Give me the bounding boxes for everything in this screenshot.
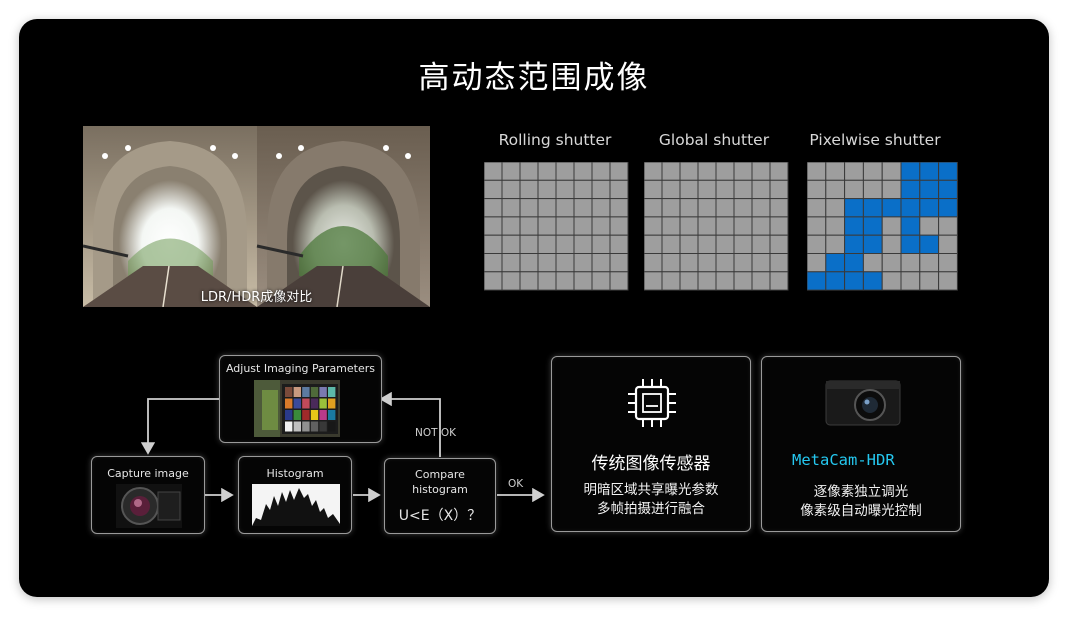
compare-label-line2: histogram bbox=[412, 483, 468, 496]
ok-label: OK bbox=[508, 478, 524, 490]
histogram-graph bbox=[252, 484, 340, 526]
metacam-line1: 逐像素独立调光 bbox=[813, 484, 909, 500]
traditional-sensor-title: 传统图像传感器 bbox=[591, 454, 711, 474]
adjust-parameters-label: Adjust Imaging Parameters bbox=[225, 362, 376, 375]
metacam-title: MetaCam-HDR bbox=[792, 451, 895, 469]
not-ok-label: NOT OK bbox=[415, 427, 457, 439]
metacam-line2: 像素级自动曝光控制 bbox=[800, 503, 922, 519]
metacam-box: MetaCam-HDR 逐像素独立调光 像素级自动曝光控制 bbox=[761, 356, 961, 532]
adjust-parameters-box: Adjust Imaging Parameters bbox=[219, 355, 382, 443]
compare-label-line1: Compare bbox=[415, 468, 465, 481]
calibration-scene-image bbox=[254, 380, 340, 437]
camera-lens-icon bbox=[116, 484, 182, 528]
traditional-sensor-line1: 明暗区域共享曝光参数 bbox=[583, 482, 719, 498]
compare-histogram-box: Compare histogram U<E（X）？ bbox=[384, 458, 496, 534]
traditional-sensor-line2: 多帧拍摄进行融合 bbox=[597, 501, 705, 517]
compare-formula: U<E（X）？ bbox=[398, 508, 482, 524]
capture-image-box: Capture image bbox=[91, 456, 205, 534]
histogram-label: Histogram bbox=[266, 467, 324, 480]
histogram-box: Histogram bbox=[238, 456, 352, 534]
traditional-sensor-box: 传统图像传感器 明暗区域共享曝光参数 多帧拍摄进行融合 bbox=[551, 356, 751, 532]
chip-icon bbox=[628, 379, 676, 427]
metacam-camera-image bbox=[825, 380, 901, 426]
capture-image-label: Capture image bbox=[107, 467, 189, 480]
slide: 高动态范围成像 LDR/HDR成像对比 Rolling shutter Glob… bbox=[19, 19, 1049, 597]
